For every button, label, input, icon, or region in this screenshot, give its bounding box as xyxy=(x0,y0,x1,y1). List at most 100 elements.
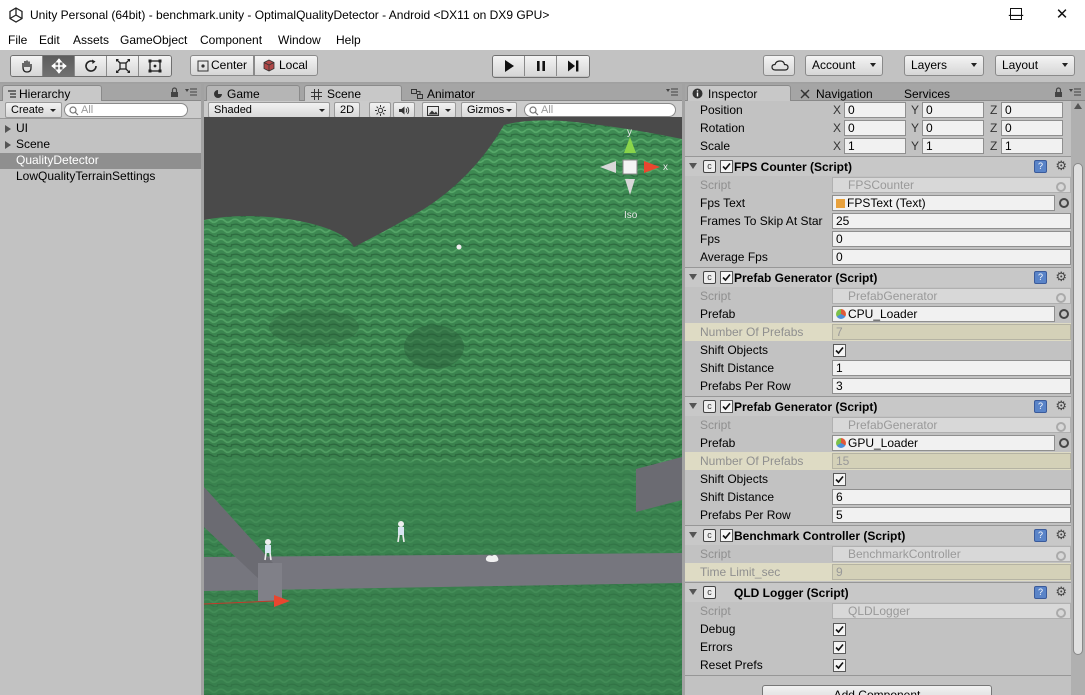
prefab-generator-1-header[interactable]: c Prefab Generator (Script) ? ⚙ xyxy=(685,267,1071,287)
shift-distance-field[interactable]: 6 xyxy=(832,489,1071,505)
lock-icon[interactable] xyxy=(170,87,179,98)
layout-dropdown[interactable]: Layout xyxy=(995,55,1075,76)
tab-animator[interactable]: Animator xyxy=(404,85,508,101)
per-row-field[interactable]: 5 xyxy=(832,507,1071,523)
mode-2d-toggle[interactable]: 2D xyxy=(334,102,360,118)
help-icon[interactable]: ? xyxy=(1034,271,1047,284)
shift-objects-checkbox[interactable] xyxy=(833,473,846,486)
fps-counter-header[interactable]: c FPS Counter (Script) ? ⚙ xyxy=(685,156,1071,176)
step-button[interactable] xyxy=(557,56,589,76)
add-component-button[interactable]: Add Component xyxy=(762,685,992,695)
shift-distance-field[interactable]: 1 xyxy=(832,360,1071,376)
scrollbar-thumb[interactable] xyxy=(1073,163,1083,655)
menu-edit[interactable]: Edit xyxy=(39,33,60,47)
maximize-button[interactable] xyxy=(1010,8,1022,20)
audio-toggle[interactable] xyxy=(393,102,415,118)
panel-menu-icon[interactable] xyxy=(666,88,678,97)
rotation-z-field[interactable]: 0 xyxy=(1001,120,1063,136)
foldout-arrow-icon[interactable] xyxy=(5,141,11,149)
account-dropdown[interactable]: Account xyxy=(805,55,883,76)
help-icon[interactable]: ? xyxy=(1034,586,1047,599)
prefab-field[interactable]: CPU_Loader xyxy=(832,306,1055,322)
gear-icon[interactable]: ⚙ xyxy=(1055,585,1067,600)
fps-field[interactable]: 0 xyxy=(832,231,1071,247)
position-y-field[interactable]: 0 xyxy=(922,102,984,118)
foldout-arrow-icon[interactable] xyxy=(689,403,697,409)
qld-logger-header[interactable]: c QLD Logger (Script) ? ⚙ xyxy=(685,582,1071,602)
pivot-center-button[interactable]: Center xyxy=(190,55,254,76)
hierarchy-search-input[interactable]: All xyxy=(64,103,188,117)
help-icon[interactable]: ? xyxy=(1034,529,1047,542)
help-icon[interactable]: ? xyxy=(1034,160,1047,173)
panel-menu-icon[interactable] xyxy=(185,88,197,97)
menu-file[interactable]: File xyxy=(8,33,27,47)
component-enabled-checkbox[interactable] xyxy=(720,400,733,413)
tab-inspector[interactable]: Inspector xyxy=(687,85,791,101)
menu-help[interactable]: Help xyxy=(336,33,361,47)
position-x-field[interactable]: 0 xyxy=(844,102,906,118)
component-enabled-checkbox[interactable] xyxy=(720,271,733,284)
move-icon[interactable] xyxy=(43,56,75,76)
frames-skip-field[interactable]: 25 xyxy=(832,213,1071,229)
object-picker-icon[interactable] xyxy=(1059,309,1069,319)
tab-navigation[interactable]: Navigation xyxy=(793,85,895,101)
foldout-arrow-icon[interactable] xyxy=(689,274,697,280)
errors-checkbox[interactable] xyxy=(833,641,846,654)
debug-checkbox[interactable] xyxy=(833,623,846,636)
hierarchy-item-ui[interactable]: UI xyxy=(0,121,201,137)
scale-icon[interactable] xyxy=(107,56,139,76)
position-z-field[interactable]: 0 xyxy=(1001,102,1063,118)
component-enabled-checkbox[interactable] xyxy=(720,160,733,173)
rect-icon[interactable] xyxy=(139,56,171,76)
scene-search-input[interactable]: All xyxy=(524,103,676,117)
gear-icon[interactable]: ⚙ xyxy=(1055,159,1067,174)
gear-icon[interactable]: ⚙ xyxy=(1055,399,1067,414)
tab-scene[interactable]: Scene xyxy=(304,85,402,101)
reset-prefs-checkbox[interactable] xyxy=(833,659,846,672)
component-enabled-checkbox[interactable] xyxy=(720,529,733,542)
gear-icon[interactable]: ⚙ xyxy=(1055,270,1067,285)
menu-window[interactable]: Window xyxy=(278,33,321,47)
foldout-arrow-icon[interactable] xyxy=(5,125,11,133)
tab-services[interactable]: Services xyxy=(895,85,965,101)
inspector-scrollbar[interactable] xyxy=(1071,101,1085,695)
foldout-arrow-icon[interactable] xyxy=(689,163,697,169)
scale-x-field[interactable]: 1 xyxy=(844,138,906,154)
rotation-x-field[interactable]: 0 xyxy=(844,120,906,136)
menu-gameobject[interactable]: GameObject xyxy=(120,33,187,47)
scroll-up-icon[interactable] xyxy=(1074,103,1082,109)
foldout-arrow-icon[interactable] xyxy=(689,532,697,538)
shading-mode-dropdown[interactable]: Shaded xyxy=(208,102,330,118)
gear-icon[interactable]: ⚙ xyxy=(1055,528,1067,543)
object-picker-icon[interactable] xyxy=(1059,198,1069,208)
prefab-generator-2-header[interactable]: c Prefab Generator (Script) ? ⚙ xyxy=(685,396,1071,416)
benchmark-controller-header[interactable]: c Benchmark Controller (Script) ? ⚙ xyxy=(685,525,1071,545)
close-button[interactable]: ✕ xyxy=(1039,0,1085,30)
help-icon[interactable]: ? xyxy=(1034,400,1047,413)
prefab-field[interactable]: GPU_Loader xyxy=(832,435,1055,451)
shift-objects-checkbox[interactable] xyxy=(833,344,846,357)
pivot-space-button[interactable]: Local xyxy=(254,55,318,76)
menu-component[interactable]: Component xyxy=(200,33,262,47)
hierarchy-item-scene[interactable]: Scene xyxy=(0,137,201,153)
scene-viewport[interactable]: y x Iso xyxy=(204,117,682,695)
effects-dropdown[interactable] xyxy=(422,102,456,118)
object-picker-icon[interactable] xyxy=(1059,438,1069,448)
hierarchy-item-lowqualityterrainsettings[interactable]: LowQualityTerrainSettings xyxy=(0,169,201,185)
lighting-toggle[interactable] xyxy=(369,102,391,118)
lock-icon[interactable] xyxy=(1054,87,1063,98)
scale-z-field[interactable]: 1 xyxy=(1001,138,1063,154)
rotate-icon[interactable] xyxy=(75,56,107,76)
rotation-y-field[interactable]: 0 xyxy=(922,120,984,136)
scale-y-field[interactable]: 1 xyxy=(922,138,984,154)
menu-assets[interactable]: Assets xyxy=(73,33,109,47)
play-button[interactable] xyxy=(493,56,525,76)
fps-text-field[interactable]: FPSText (Text) xyxy=(832,195,1055,211)
create-dropdown[interactable]: Create xyxy=(5,102,63,118)
cloud-button[interactable] xyxy=(763,55,795,76)
gizmos-dropdown[interactable]: Gizmos xyxy=(461,102,517,118)
foldout-arrow-icon[interactable] xyxy=(689,589,697,595)
pause-button[interactable] xyxy=(525,56,557,76)
hierarchy-item-qualitydetector[interactable]: QualityDetector xyxy=(0,153,201,169)
hand-icon[interactable] xyxy=(11,56,43,76)
